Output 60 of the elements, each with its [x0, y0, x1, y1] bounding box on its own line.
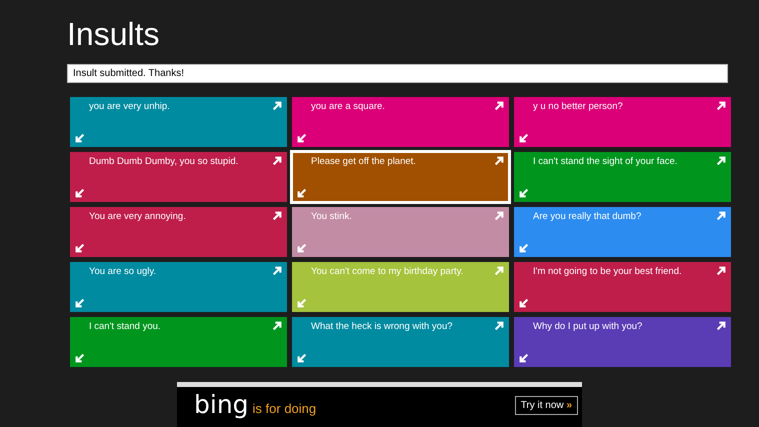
arrow-down-left-icon[interactable] [519, 243, 529, 253]
arrow-up-right-icon[interactable] [716, 266, 726, 276]
arrow-down-left-icon[interactable] [75, 353, 85, 363]
brand-logo: bing [194, 390, 249, 420]
arrow-down-left-icon[interactable] [75, 188, 85, 198]
arrow-up-right-icon[interactable] [716, 211, 726, 221]
arrow-down-left-icon[interactable] [297, 353, 307, 363]
arrow-down-left-icon[interactable] [75, 133, 85, 143]
insult-tile[interactable]: You are very annoying. [70, 207, 287, 257]
insult-tile[interactable]: you are very unhip. [70, 97, 287, 147]
insult-tile[interactable]: I'm not going to be your best friend. [514, 262, 731, 312]
insult-text: I can't stand the sight of your face. [533, 156, 678, 167]
message-field[interactable]: Insult submitted. Thanks! [67, 64, 728, 83]
insult-text: You stink. [311, 211, 352, 222]
arrow-down-left-icon[interactable] [297, 188, 307, 198]
arrow-down-left-icon[interactable] [297, 133, 307, 143]
insult-text: Why do I put up with you? [533, 321, 642, 332]
arrow-up-right-icon[interactable] [272, 266, 282, 276]
insult-text: I can't stand you. [89, 321, 161, 332]
arrow-down-left-icon[interactable] [519, 188, 529, 198]
arrow-down-left-icon[interactable] [519, 133, 529, 143]
insult-text: you are very unhip. [89, 101, 170, 112]
arrow-up-right-icon[interactable] [494, 321, 504, 331]
insult-text: I'm not going to be your best friend. [533, 266, 682, 277]
insult-text: You are very annoying. [89, 211, 186, 222]
insult-tile[interactable]: Why do I put up with you? [514, 317, 731, 367]
arrow-up-right-icon[interactable] [494, 101, 504, 111]
try-button[interactable]: Try it now » [514, 396, 578, 414]
insult-tile[interactable]: Are you really that dumb? [514, 207, 731, 257]
insult-text: What the heck is wrong with you? [311, 321, 453, 332]
insult-text: Dumb Dumb Dumby, you so stupid. [89, 156, 238, 167]
ad-banner[interactable]: bing is for doing Try it now » [177, 382, 582, 427]
insult-tile[interactable]: Dumb Dumb Dumby, you so stupid. [70, 152, 287, 202]
insult-tile[interactable]: I can't stand the sight of your face. [514, 152, 731, 202]
insult-text: You are so ugly. [89, 266, 156, 277]
insult-text: You can't come to my birthday party. [311, 266, 464, 277]
arrow-up-right-icon[interactable] [272, 156, 282, 166]
arrow-up-right-icon[interactable] [716, 321, 726, 331]
arrow-down-left-icon[interactable] [75, 243, 85, 253]
insult-tile[interactable]: I can't stand you. [70, 317, 287, 367]
insult-tile[interactable]: you are a square. [292, 97, 509, 147]
arrow-up-right-icon[interactable] [716, 101, 726, 111]
insult-text: Are you really that dumb? [533, 211, 642, 222]
arrow-up-right-icon[interactable] [494, 156, 504, 166]
arrow-down-left-icon[interactable] [519, 353, 529, 363]
insult-tile[interactable]: Please get off the planet. [292, 152, 509, 202]
insult-tile[interactable]: What the heck is wrong with you? [292, 317, 509, 367]
arrow-down-left-icon[interactable] [519, 298, 529, 308]
insult-tile[interactable]: y u no better person? [514, 97, 731, 147]
ad-tagline: is for doing [252, 400, 316, 416]
page-title: Insults [67, 15, 160, 54]
insult-tile[interactable]: You are so ugly. [70, 262, 287, 312]
arrow-up-right-icon[interactable] [272, 211, 282, 221]
arrow-up-right-icon[interactable] [272, 321, 282, 331]
arrow-up-right-icon[interactable] [716, 156, 726, 166]
insult-text: y u no better person? [533, 101, 623, 112]
arrow-down-left-icon[interactable] [75, 298, 85, 308]
insult-text: Please get off the planet. [311, 156, 416, 167]
insult-text: you are a square. [311, 101, 385, 112]
arrow-up-right-icon[interactable] [272, 101, 282, 111]
